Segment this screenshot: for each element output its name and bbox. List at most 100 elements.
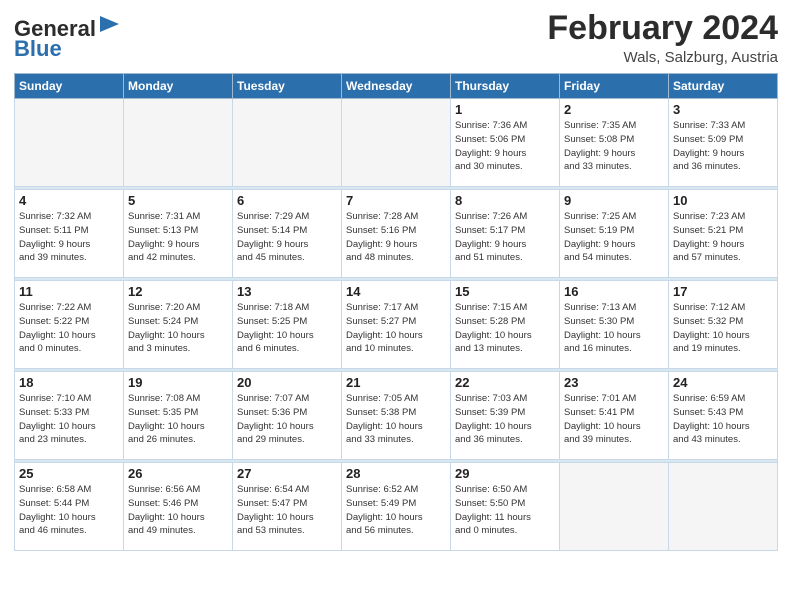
calendar-cell: 16 Sunrise: 7:13 AM Sunset: 5:30 PM Dayli… xyxy=(560,281,669,369)
day-number: 10 xyxy=(673,193,773,208)
calendar-header-friday: Friday xyxy=(560,74,669,99)
day-number: 14 xyxy=(346,284,446,299)
day-info: Sunrise: 7:32 AM Sunset: 5:11 PM Dayligh… xyxy=(19,210,119,265)
calendar-cell: 28 Sunrise: 6:52 AM Sunset: 5:49 PM Dayli… xyxy=(342,463,451,551)
day-number: 21 xyxy=(346,375,446,390)
day-info: Sunrise: 7:03 AM Sunset: 5:39 PM Dayligh… xyxy=(455,392,555,447)
day-number: 25 xyxy=(19,466,119,481)
calendar-cell xyxy=(669,463,778,551)
calendar-cell: 18 Sunrise: 7:10 AM Sunset: 5:33 PM Dayli… xyxy=(15,372,124,460)
location-subtitle: Wals, Salzburg, Austria xyxy=(547,49,778,66)
day-number: 19 xyxy=(128,375,228,390)
day-info: Sunrise: 7:05 AM Sunset: 5:38 PM Dayligh… xyxy=(346,392,446,447)
day-info: Sunrise: 6:56 AM Sunset: 5:46 PM Dayligh… xyxy=(128,483,228,538)
day-info: Sunrise: 7:10 AM Sunset: 5:33 PM Dayligh… xyxy=(19,392,119,447)
day-number: 24 xyxy=(673,375,773,390)
month-title: February 2024 xyxy=(547,10,778,47)
day-info: Sunrise: 7:33 AM Sunset: 5:09 PM Dayligh… xyxy=(673,119,773,174)
calendar-cell: 22 Sunrise: 7:03 AM Sunset: 5:39 PM Dayli… xyxy=(451,372,560,460)
svg-text:Blue: Blue xyxy=(14,36,62,61)
day-number: 27 xyxy=(237,466,337,481)
day-info: Sunrise: 6:50 AM Sunset: 5:50 PM Dayligh… xyxy=(455,483,555,538)
day-info: Sunrise: 7:29 AM Sunset: 5:14 PM Dayligh… xyxy=(237,210,337,265)
day-number: 3 xyxy=(673,102,773,117)
day-number: 26 xyxy=(128,466,228,481)
calendar-cell: 9 Sunrise: 7:25 AM Sunset: 5:19 PM Daylig… xyxy=(560,190,669,278)
calendar-cell: 27 Sunrise: 6:54 AM Sunset: 5:47 PM Dayli… xyxy=(233,463,342,551)
day-number: 12 xyxy=(128,284,228,299)
day-info: Sunrise: 7:07 AM Sunset: 5:36 PM Dayligh… xyxy=(237,392,337,447)
day-info: Sunrise: 6:54 AM Sunset: 5:47 PM Dayligh… xyxy=(237,483,337,538)
title-block: February 2024 Wals, Salzburg, Austria xyxy=(547,10,778,66)
day-info: Sunrise: 6:52 AM Sunset: 5:49 PM Dayligh… xyxy=(346,483,446,538)
page-container: General Blue February 2024 Wals, Salzbur… xyxy=(0,0,792,557)
day-info: Sunrise: 7:13 AM Sunset: 5:30 PM Dayligh… xyxy=(564,301,664,356)
day-number: 7 xyxy=(346,193,446,208)
calendar-cell: 15 Sunrise: 7:15 AM Sunset: 5:28 PM Dayli… xyxy=(451,281,560,369)
day-info: Sunrise: 7:28 AM Sunset: 5:16 PM Dayligh… xyxy=(346,210,446,265)
calendar-header-row: SundayMondayTuesdayWednesdayThursdayFrid… xyxy=(15,74,778,99)
calendar-cell: 26 Sunrise: 6:56 AM Sunset: 5:46 PM Dayli… xyxy=(124,463,233,551)
calendar-cell: 1 Sunrise: 7:36 AM Sunset: 5:06 PM Daylig… xyxy=(451,99,560,187)
day-number: 22 xyxy=(455,375,555,390)
calendar-header-wednesday: Wednesday xyxy=(342,74,451,99)
calendar-cell: 7 Sunrise: 7:28 AM Sunset: 5:16 PM Daylig… xyxy=(342,190,451,278)
calendar-week-row: 1 Sunrise: 7:36 AM Sunset: 5:06 PM Daylig… xyxy=(15,99,778,187)
day-info: Sunrise: 7:35 AM Sunset: 5:08 PM Dayligh… xyxy=(564,119,664,174)
calendar-cell: 12 Sunrise: 7:20 AM Sunset: 5:24 PM Dayli… xyxy=(124,281,233,369)
day-number: 4 xyxy=(19,193,119,208)
day-info: Sunrise: 7:23 AM Sunset: 5:21 PM Dayligh… xyxy=(673,210,773,265)
day-info: Sunrise: 7:31 AM Sunset: 5:13 PM Dayligh… xyxy=(128,210,228,265)
calendar-header-sunday: Sunday xyxy=(15,74,124,99)
calendar-cell: 10 Sunrise: 7:23 AM Sunset: 5:21 PM Dayli… xyxy=(669,190,778,278)
calendar-cell xyxy=(342,99,451,187)
day-info: Sunrise: 7:25 AM Sunset: 5:19 PM Dayligh… xyxy=(564,210,664,265)
calendar-cell: 14 Sunrise: 7:17 AM Sunset: 5:27 PM Dayli… xyxy=(342,281,451,369)
calendar-cell: 11Sunrise: 7:22 AM Sunset: 5:22 PM Dayli… xyxy=(15,281,124,369)
day-number: 13 xyxy=(237,284,337,299)
day-number: 9 xyxy=(564,193,664,208)
calendar-header-tuesday: Tuesday xyxy=(233,74,342,99)
day-info: Sunrise: 6:58 AM Sunset: 5:44 PM Dayligh… xyxy=(19,483,119,538)
day-info: Sunrise: 7:08 AM Sunset: 5:35 PM Dayligh… xyxy=(128,392,228,447)
calendar-cell xyxy=(124,99,233,187)
calendar-cell: 24Sunrise: 6:59 AM Sunset: 5:43 PM Dayli… xyxy=(669,372,778,460)
day-number: 28 xyxy=(346,466,446,481)
calendar-cell: 23Sunrise: 7:01 AM Sunset: 5:41 PM Dayli… xyxy=(560,372,669,460)
calendar-week-row: 11Sunrise: 7:22 AM Sunset: 5:22 PM Dayli… xyxy=(15,281,778,369)
day-info: Sunrise: 7:26 AM Sunset: 5:17 PM Dayligh… xyxy=(455,210,555,265)
calendar-cell xyxy=(560,463,669,551)
day-number: 29 xyxy=(455,466,555,481)
calendar-cell: 29 Sunrise: 6:50 AM Sunset: 5:50 PM Dayli… xyxy=(451,463,560,551)
day-info: Sunrise: 7:17 AM Sunset: 5:27 PM Dayligh… xyxy=(346,301,446,356)
calendar-cell xyxy=(233,99,342,187)
calendar-cell xyxy=(15,99,124,187)
calendar-cell: 5 Sunrise: 7:31 AM Sunset: 5:13 PM Daylig… xyxy=(124,190,233,278)
logo: General Blue xyxy=(14,10,124,67)
calendar-table: SundayMondayTuesdayWednesdayThursdayFrid… xyxy=(14,73,778,551)
day-number: 2 xyxy=(564,102,664,117)
day-number: 18 xyxy=(19,375,119,390)
day-info: Sunrise: 7:15 AM Sunset: 5:28 PM Dayligh… xyxy=(455,301,555,356)
calendar-cell: 25 Sunrise: 6:58 AM Sunset: 5:44 PM Dayli… xyxy=(15,463,124,551)
calendar-week-row: 4 Sunrise: 7:32 AM Sunset: 5:11 PM Daylig… xyxy=(15,190,778,278)
day-info: Sunrise: 7:36 AM Sunset: 5:06 PM Dayligh… xyxy=(455,119,555,174)
calendar-cell: 6 Sunrise: 7:29 AM Sunset: 5:14 PM Daylig… xyxy=(233,190,342,278)
day-number: 6 xyxy=(237,193,337,208)
calendar-cell: 8Sunrise: 7:26 AM Sunset: 5:17 PM Daylig… xyxy=(451,190,560,278)
day-number: 5 xyxy=(128,193,228,208)
day-info: Sunrise: 7:12 AM Sunset: 5:32 PM Dayligh… xyxy=(673,301,773,356)
calendar-week-row: 25 Sunrise: 6:58 AM Sunset: 5:44 PM Dayli… xyxy=(15,463,778,551)
day-number: 15 xyxy=(455,284,555,299)
header: General Blue February 2024 Wals, Salzbur… xyxy=(14,10,778,67)
calendar-week-row: 18 Sunrise: 7:10 AM Sunset: 5:33 PM Dayli… xyxy=(15,372,778,460)
day-number: 17 xyxy=(673,284,773,299)
day-info: Sunrise: 7:18 AM Sunset: 5:25 PM Dayligh… xyxy=(237,301,337,356)
logo-text: General Blue xyxy=(14,10,124,67)
day-number: 16 xyxy=(564,284,664,299)
calendar-cell: 4 Sunrise: 7:32 AM Sunset: 5:11 PM Daylig… xyxy=(15,190,124,278)
day-number: 23 xyxy=(564,375,664,390)
day-number: 1 xyxy=(455,102,555,117)
calendar-cell: 21 Sunrise: 7:05 AM Sunset: 5:38 PM Dayli… xyxy=(342,372,451,460)
day-info: Sunrise: 7:20 AM Sunset: 5:24 PM Dayligh… xyxy=(128,301,228,356)
